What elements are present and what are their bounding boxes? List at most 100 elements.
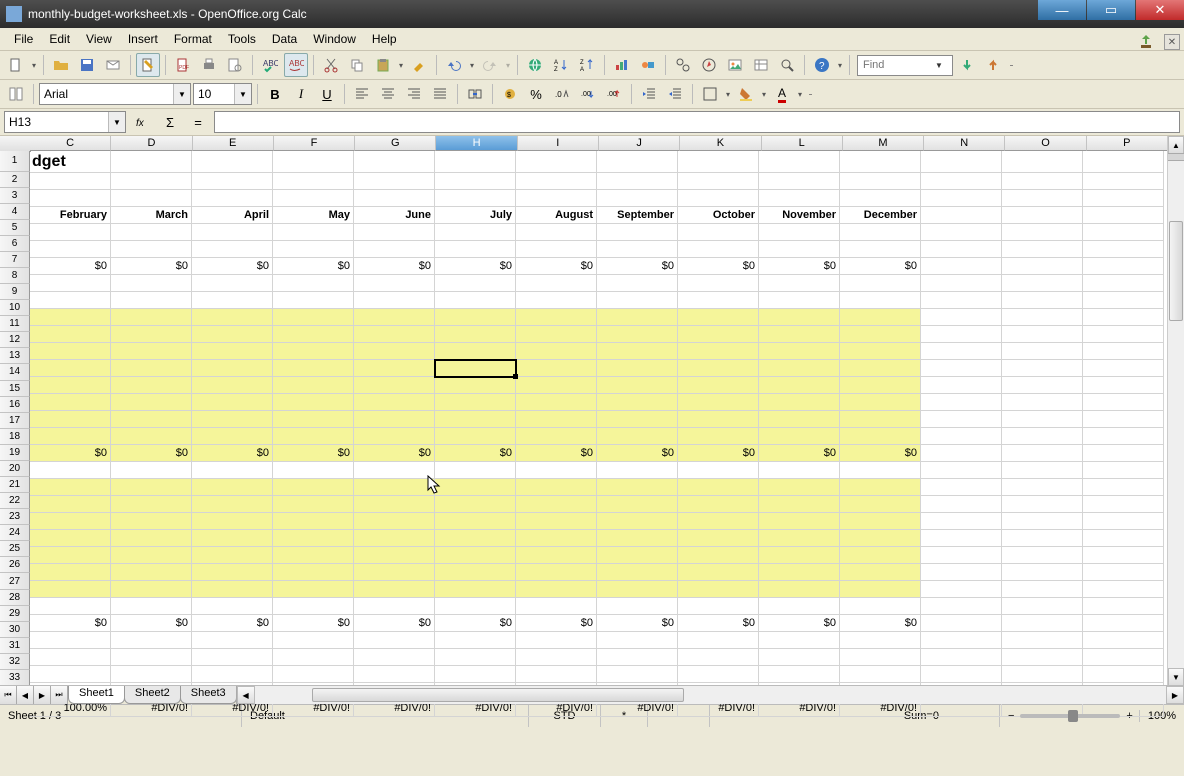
column-header[interactable]: L xyxy=(762,136,843,151)
cells-area[interactable]: dgetFebruaryMarchAprilMayJuneJulyAugustS… xyxy=(30,151,1168,686)
cell[interactable] xyxy=(921,275,1002,292)
cell[interactable] xyxy=(597,581,678,598)
cell[interactable] xyxy=(597,666,678,683)
cell[interactable]: December xyxy=(840,207,921,224)
cell[interactable]: $0 xyxy=(273,445,354,462)
cell[interactable] xyxy=(759,275,840,292)
cell[interactable] xyxy=(192,360,273,377)
cell[interactable] xyxy=(111,496,192,513)
cell[interactable] xyxy=(1083,564,1164,581)
cell[interactable] xyxy=(30,377,111,394)
column-header[interactable]: F xyxy=(274,136,355,151)
cell[interactable] xyxy=(921,360,1002,377)
cell[interactable] xyxy=(435,496,516,513)
cell[interactable] xyxy=(678,581,759,598)
cell[interactable] xyxy=(192,513,273,530)
cell[interactable] xyxy=(840,564,921,581)
row-header[interactable]: 30 xyxy=(0,622,30,638)
cell[interactable]: $0 xyxy=(30,445,111,462)
menu-tools[interactable]: Tools xyxy=(220,30,264,48)
find-prev-icon[interactable] xyxy=(981,53,1005,77)
cell[interactable] xyxy=(435,343,516,360)
cell[interactable] xyxy=(678,530,759,547)
cell[interactable] xyxy=(354,151,435,173)
cell[interactable] xyxy=(516,598,597,615)
cell[interactable] xyxy=(597,309,678,326)
row-header[interactable]: 26 xyxy=(0,557,30,573)
decrease-indent-icon[interactable] xyxy=(637,82,661,106)
cell[interactable] xyxy=(354,530,435,547)
spreadsheet-grid[interactable]: CDEFGHIJKLMNOP 1234567891011121314151617… xyxy=(0,136,1184,704)
vertical-scrollbar[interactable]: ▲ ▼ xyxy=(1167,136,1184,686)
cell[interactable] xyxy=(840,275,921,292)
cell[interactable] xyxy=(354,309,435,326)
cell[interactable] xyxy=(1083,173,1164,190)
cell[interactable] xyxy=(921,207,1002,224)
cell[interactable] xyxy=(1083,428,1164,445)
cell[interactable] xyxy=(759,292,840,309)
cell[interactable] xyxy=(30,411,111,428)
cell[interactable] xyxy=(273,462,354,479)
cell[interactable] xyxy=(111,649,192,666)
cell[interactable] xyxy=(435,292,516,309)
cell[interactable]: $0 xyxy=(192,615,273,632)
cell[interactable] xyxy=(840,411,921,428)
scroll-right-icon[interactable]: ▶ xyxy=(1166,686,1184,704)
cell[interactable] xyxy=(678,411,759,428)
cell[interactable] xyxy=(678,309,759,326)
cell[interactable] xyxy=(840,666,921,683)
cell[interactable] xyxy=(273,581,354,598)
cell[interactable] xyxy=(30,275,111,292)
row-header[interactable]: 4 xyxy=(0,204,30,220)
cell[interactable] xyxy=(597,343,678,360)
scroll-thumb[interactable] xyxy=(312,688,684,702)
cell[interactable] xyxy=(111,547,192,564)
column-header[interactable]: O xyxy=(1005,136,1086,151)
scroll-up-icon[interactable]: ▲ xyxy=(1168,136,1184,154)
edit-doc-icon[interactable] xyxy=(136,53,160,77)
column-header[interactable]: J xyxy=(599,136,680,151)
cell[interactable] xyxy=(354,496,435,513)
cell[interactable] xyxy=(435,530,516,547)
cell[interactable] xyxy=(1002,292,1083,309)
cell[interactable] xyxy=(759,479,840,496)
cell[interactable] xyxy=(1083,377,1164,394)
cell[interactable] xyxy=(678,190,759,207)
cell[interactable] xyxy=(597,241,678,258)
cell[interactable] xyxy=(1002,649,1083,666)
cell[interactable] xyxy=(759,190,840,207)
cell[interactable] xyxy=(840,479,921,496)
cell[interactable] xyxy=(516,275,597,292)
cell[interactable] xyxy=(516,224,597,241)
cell[interactable] xyxy=(921,394,1002,411)
cell[interactable] xyxy=(840,428,921,445)
cell[interactable] xyxy=(1083,445,1164,462)
cell[interactable] xyxy=(516,581,597,598)
add-decimal-icon[interactable]: .00 xyxy=(576,82,600,106)
cell[interactable] xyxy=(678,564,759,581)
cell[interactable] xyxy=(597,564,678,581)
column-headers[interactable]: CDEFGHIJKLMNOP xyxy=(30,136,1168,151)
cell[interactable] xyxy=(30,513,111,530)
cell[interactable] xyxy=(1002,360,1083,377)
cell[interactable] xyxy=(192,564,273,581)
zoom-slider[interactable] xyxy=(1020,714,1120,718)
cell[interactable] xyxy=(678,326,759,343)
cell[interactable]: $0 xyxy=(30,258,111,275)
cell[interactable]: dget xyxy=(30,151,111,173)
cell[interactable] xyxy=(30,581,111,598)
cell[interactable] xyxy=(354,292,435,309)
cell[interactable] xyxy=(192,343,273,360)
equals-icon[interactable]: = xyxy=(186,110,210,134)
cell[interactable] xyxy=(192,462,273,479)
cell[interactable] xyxy=(354,343,435,360)
cell[interactable] xyxy=(30,547,111,564)
cell[interactable] xyxy=(111,598,192,615)
cell[interactable] xyxy=(1083,309,1164,326)
cell[interactable] xyxy=(273,241,354,258)
align-left-icon[interactable] xyxy=(350,82,374,106)
print-preview-icon[interactable] xyxy=(223,53,247,77)
paste-icon[interactable] xyxy=(371,53,395,77)
cell[interactable] xyxy=(1083,207,1164,224)
cell[interactable] xyxy=(435,428,516,445)
